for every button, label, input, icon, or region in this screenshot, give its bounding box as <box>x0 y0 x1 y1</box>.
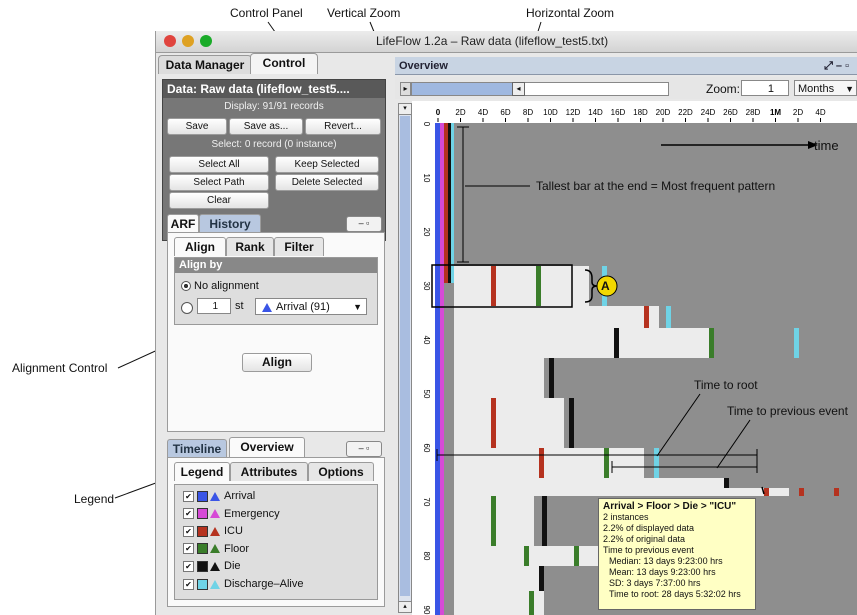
time-to-previous-callout: Time to previous event <box>727 404 848 418</box>
tooltip-line: 2 instances <box>603 512 649 522</box>
pattern-tooltip: Arrival > Floor > Die > "ICU" 2 instance… <box>598 498 756 610</box>
time-to-root-callout: Time to root <box>694 378 758 392</box>
tooltip-line: Median: 13 days 9:23:00 hrs <box>609 556 723 566</box>
time-axis-label: time <box>814 138 839 153</box>
tooltip-line: SD: 3 days 7:37:00 hrs <box>609 578 701 588</box>
tooltip-line: Time to root: 28 days 5:32:02 hrs <box>609 589 741 599</box>
tooltip-line: Time to previous event <box>603 545 694 555</box>
marker-a: A <box>601 279 610 293</box>
tooltip-line: Mean: 13 days 9:23:00 hrs <box>609 567 716 577</box>
tallest-bar-callout: Tallest bar at the end = Most frequent p… <box>536 179 776 193</box>
tooltip-title: Arrival > Floor > Die > "ICU" <box>603 501 737 512</box>
tooltip-line: 2.2% of original data <box>603 534 686 544</box>
tooltip-line: 2.2% of displayed data <box>603 523 695 533</box>
